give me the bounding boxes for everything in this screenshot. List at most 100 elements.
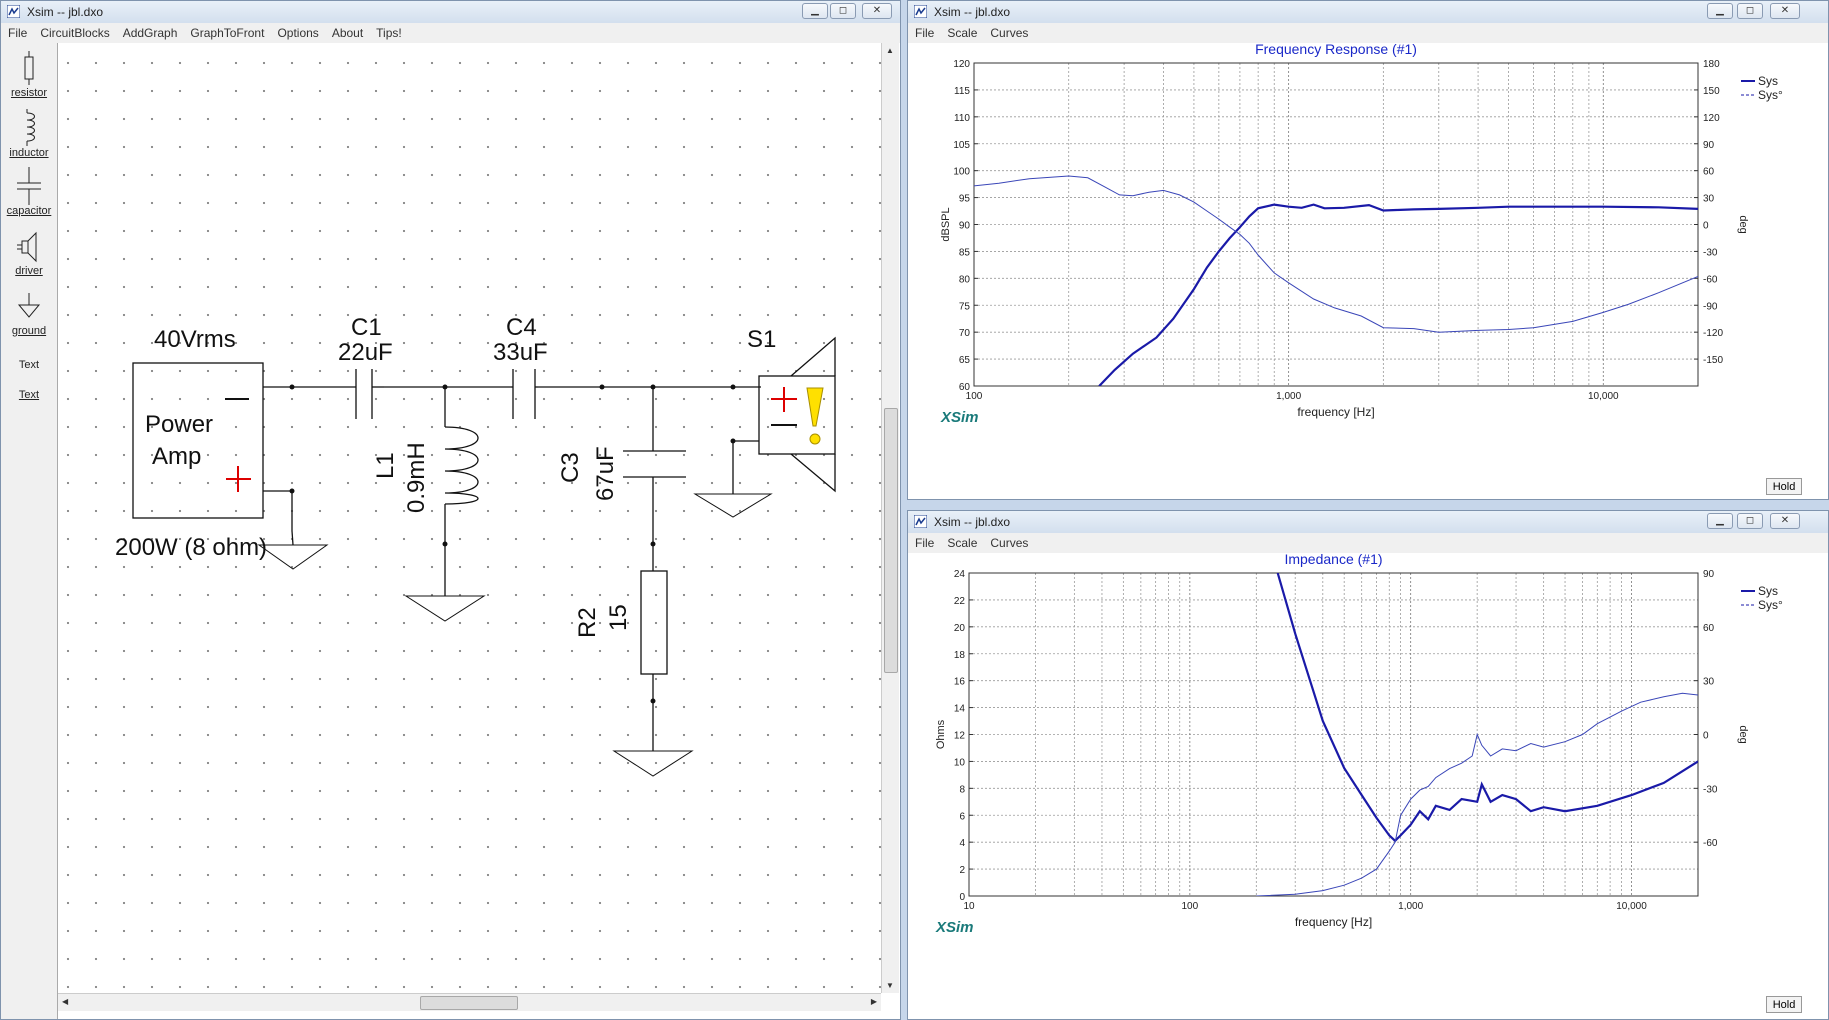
series-sys-line (1276, 573, 1698, 843)
r2-value-label: 15 (605, 604, 632, 631)
freq-titlebar[interactable]: Xsim -- jbl.dxo ▁ ◻ ✕ (908, 1, 1828, 23)
menu-circuitblocks[interactable]: CircuitBlocks (33, 23, 115, 40)
inductor-icon (26, 109, 35, 146)
chart-title: Impedance (#1) (1284, 553, 1382, 567)
y-tick-label: 95 (959, 194, 971, 205)
c1-value-label: 22uF (338, 339, 393, 366)
minimize-button[interactable]: ▁ (802, 3, 828, 19)
scroll-up-icon[interactable]: ▲ (886, 46, 894, 55)
component-toolbox: resistor inductor capacitor driver groun… (1, 43, 58, 1019)
xsim-brand: XSim (935, 919, 974, 936)
x-tick-label: 1,000 (1398, 901, 1423, 912)
freq-plot-area: 60 65 70 75 80 85 90 95 100 105 110 115 120 100 1,000 1… (908, 41, 1828, 499)
source-name-label: Power (145, 411, 213, 438)
vertical-scrollbar[interactable]: ▲ ▼ (881, 43, 899, 993)
close-button[interactable]: ✕ (1770, 513, 1800, 529)
menu-file[interactable]: File (908, 23, 940, 40)
freq-menubar: File Scale Curves (908, 23, 1828, 43)
y-tick-label: 80 (959, 274, 971, 285)
imp-titlebar[interactable]: Xsim -- jbl.dxo ▁ ◻ ✕ (908, 511, 1828, 533)
y2-tick-label: 30 (1703, 677, 1715, 688)
tool-resistor[interactable]: resistor (1, 51, 57, 99)
c3-value-label: 67uF (592, 446, 619, 501)
tool-label: inductor (9, 147, 49, 159)
y2-tick-label: -150 (1703, 355, 1723, 366)
menu-graphtofront[interactable]: GraphToFront (183, 23, 270, 40)
menu-addgraph[interactable]: AddGraph (116, 23, 184, 40)
l1-name-label: L1 (372, 452, 399, 479)
tool-text[interactable]: Text (1, 359, 57, 371)
l1-coil (444, 426, 479, 505)
c4-name-label: C4 (506, 314, 537, 341)
y-tick-label: 100 (953, 167, 970, 178)
legend-label: Sys° (1758, 88, 1783, 102)
horizontal-scrollbar[interactable]: ◀ ▶ (58, 993, 881, 1011)
tool-label: Text (18, 389, 40, 401)
y-tick-label: 65 (959, 355, 971, 366)
circuit-schematic: 40Vrms Power Amp 200W (8 ohm) C1 22uF C4… (115, 314, 836, 777)
minimize-button[interactable]: ▁ (1707, 3, 1733, 19)
legend-label: Sys (1758, 584, 1778, 598)
c4-value-label: 33uF (493, 339, 548, 366)
tool-capacitor[interactable]: capacitor (1, 167, 57, 217)
x-axis-label: frequency [Hz] (1295, 915, 1372, 929)
menu-options[interactable]: Options (270, 23, 324, 40)
y-tick-label: 10 (954, 757, 966, 768)
menu-file[interactable]: File (1, 23, 33, 40)
close-button[interactable]: ✕ (1770, 3, 1800, 19)
power-amp-box[interactable] (132, 362, 264, 519)
maximize-button[interactable]: ◻ (1737, 513, 1763, 529)
menu-tips[interactable]: Tips! (369, 23, 408, 40)
y2-axis-label: deg (1737, 215, 1749, 233)
scroll-down-icon[interactable]: ▼ (886, 981, 894, 990)
window-title: Xsim -- jbl.dxo (934, 515, 1011, 529)
tool-text-link[interactable]: Text (1, 389, 57, 401)
frequency-response-window: Xsim -- jbl.dxo ▁ ◻ ✕ File Scale Curves 60… (907, 0, 1829, 500)
close-button[interactable]: ✕ (862, 3, 892, 19)
s1-speaker-box[interactable] (758, 375, 836, 455)
y2-tick-label: -120 (1703, 328, 1723, 339)
y2-tick-label: -90 (1703, 301, 1718, 312)
y2-tick-label: -30 (1703, 784, 1718, 795)
scroll-thumb[interactable] (884, 408, 898, 673)
x-tick-label: 10 (963, 901, 975, 912)
y2-tick-label: -30 (1703, 247, 1718, 258)
y-tick-label: 110 (954, 113, 970, 124)
schematic-canvas[interactable]: 40Vrms Power Amp 200W (8 ohm) C1 22uF C4… (58, 43, 881, 993)
schematic-titlebar[interactable]: Xsim -- jbl.dxo ▁ ◻ ✕ (1, 1, 900, 23)
source-rating-label: 200W (8 ohm) (115, 534, 267, 561)
tool-driver[interactable]: driver (1, 229, 57, 277)
y2-tick-label: 90 (1703, 140, 1715, 151)
app-icon (914, 515, 927, 528)
y2-tick-label: 60 (1703, 167, 1715, 178)
y2-tick-label: 150 (1703, 86, 1720, 97)
ground-symbol (404, 595, 486, 622)
ground-symbol (257, 544, 329, 570)
minimize-button[interactable]: ▁ (1707, 513, 1733, 529)
y2-tick-label: 0 (1703, 731, 1709, 742)
tool-ground[interactable]: ground (1, 289, 57, 337)
y-tick-label: 115 (954, 86, 970, 97)
menu-file[interactable]: File (908, 533, 940, 550)
maximize-button[interactable]: ◻ (1737, 3, 1763, 19)
scroll-right-icon[interactable]: ▶ (871, 997, 877, 1006)
menu-scale[interactable]: Scale (940, 23, 983, 40)
maximize-button[interactable]: ◻ (830, 3, 856, 19)
x-tick-label: 100 (966, 391, 983, 402)
imp-menubar: File Scale Curves (908, 533, 1828, 553)
ground-symbol (693, 493, 773, 518)
y-axis-label: Ohms (935, 719, 947, 749)
tool-inductor[interactable]: inductor (1, 109, 57, 159)
hold-button[interactable]: Hold (1766, 996, 1802, 1013)
c3-name-label: C3 (557, 452, 584, 483)
menu-about[interactable]: About (325, 23, 369, 40)
c1-name-label: C1 (351, 314, 382, 341)
menu-curves[interactable]: Curves (983, 533, 1034, 550)
scroll-thumb[interactable] (420, 996, 518, 1010)
hold-button[interactable]: Hold (1766, 478, 1802, 495)
tool-label: resistor (10, 87, 48, 99)
y-tick-label: 22 (954, 596, 966, 607)
scroll-left-icon[interactable]: ◀ (62, 997, 68, 1006)
menu-scale[interactable]: Scale (940, 533, 983, 550)
menu-curves[interactable]: Curves (983, 23, 1034, 40)
